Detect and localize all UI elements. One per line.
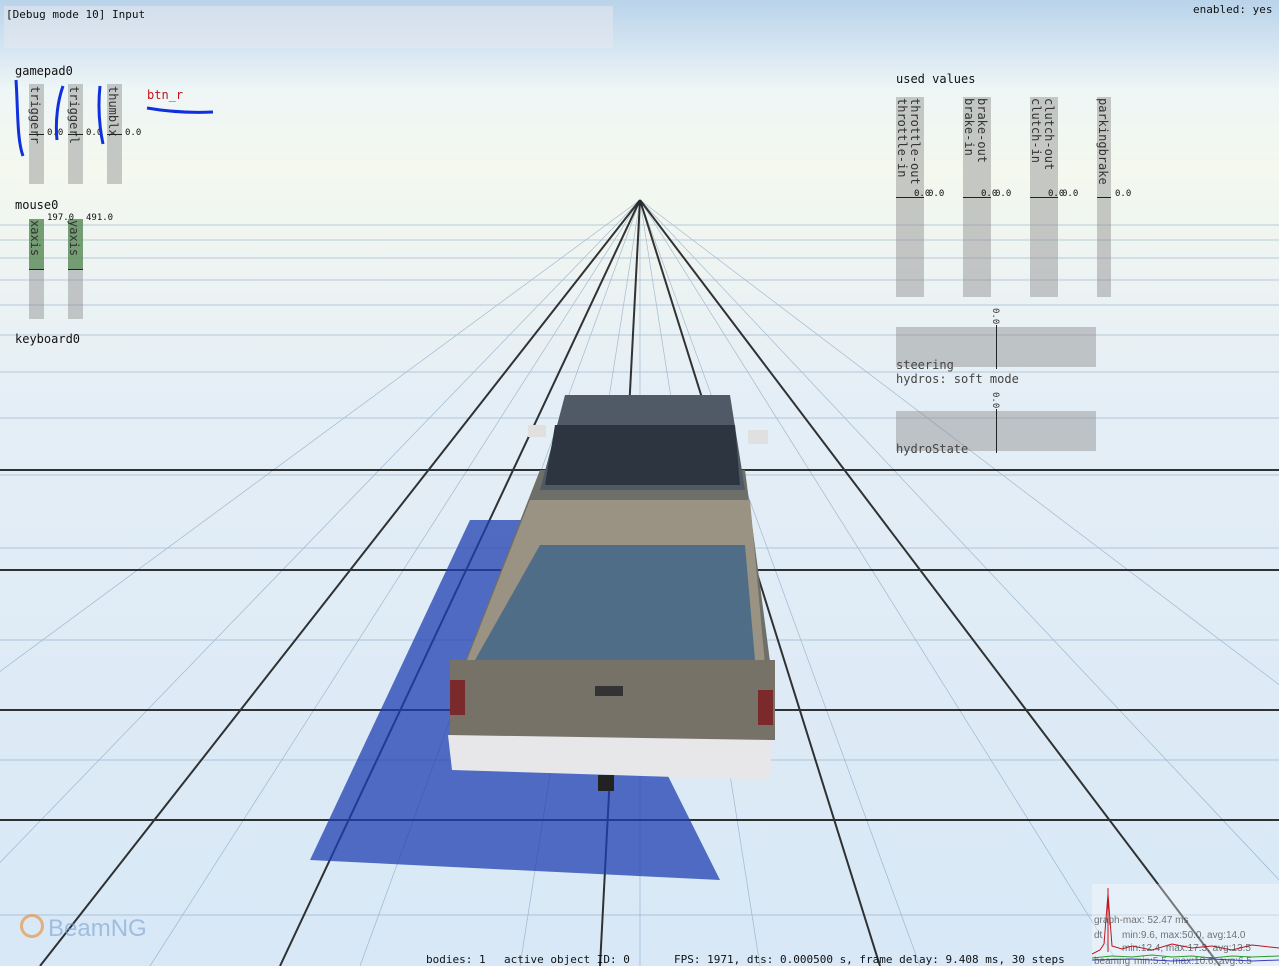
hydros-mode-label: hydros: soft mode	[896, 372, 1019, 386]
enabled-status: enabled: yes	[1193, 3, 1273, 16]
channel-value: 0.0	[1062, 189, 1079, 199]
axis-value: 491.0	[86, 213, 114, 223]
channel-zero-line	[1097, 197, 1111, 198]
channel-label-throttle-out: throttle-out	[908, 98, 922, 185]
channel-label-clutch-out: clutch-out	[1042, 98, 1056, 171]
hydrostate-label: hydroState	[896, 442, 969, 456]
channel-label-clutch-in: clutch-in	[1029, 98, 1043, 164]
channel-value: 0.0	[995, 189, 1012, 199]
logo-text: BeamNG	[48, 915, 147, 942]
axis-label-xaxis: xaxis	[28, 220, 42, 257]
used-values-title: used values	[896, 72, 976, 86]
debug-title: [Debug mode 10] Input	[6, 8, 146, 21]
axis-value: 197.0	[47, 213, 75, 223]
status-bodies: bodies: 1	[426, 953, 486, 966]
axis-zero-line	[29, 269, 44, 270]
channel-label-parkingbrake: parkingbrake	[1096, 98, 1110, 185]
channel-label-throttle-in: throttle-in	[895, 98, 909, 178]
keyboard-device-label: keyboard0	[15, 332, 81, 346]
beamng-logo: BeamNG	[20, 914, 147, 943]
status-active-object: active object ID: 0	[504, 953, 630, 966]
channel-label-brake-in: brake-in	[962, 98, 976, 156]
axis-label-yaxis: yaxis	[67, 220, 81, 257]
status-fps: FPS: 1971, dts: 0.000500 s, frame delay:…	[674, 953, 1065, 966]
channel-label-brake-out: brake-out	[975, 98, 989, 164]
graph-line4-stats: min:5.5, max:10.6, avg:6.5	[1134, 956, 1252, 967]
axis-zero-line	[68, 269, 83, 270]
graph-line3-stats: min:12.4, max:17.3, avg:13.5	[1122, 943, 1251, 954]
pickup-truck	[448, 395, 775, 791]
pen-annotation-marks	[14, 79, 214, 157]
steering-value: 0.0	[990, 308, 1000, 325]
perf-graph-panel: graph-max: 52.47 ms dt min:9.6, max:50.0…	[1092, 884, 1279, 967]
graph-dt-label: dt	[1094, 930, 1103, 941]
mouse-device-label: mouse0	[15, 198, 59, 212]
graph-dt-stats: min:9.6, max:50.0, avg:14.0	[1122, 930, 1246, 941]
steering-center-line	[996, 325, 997, 369]
hydrostate-value: 0.0	[990, 392, 1000, 409]
hydrostate-center-line	[996, 409, 997, 453]
channel-value: 0.0	[1115, 189, 1132, 199]
graph-beamng-label: beamng	[1094, 956, 1131, 967]
channel-value: 0.0	[928, 189, 945, 199]
graph-max-label: graph-max: 52.47 ms	[1094, 915, 1189, 926]
steering-label: steering	[896, 358, 954, 372]
logo-icon	[20, 914, 44, 938]
